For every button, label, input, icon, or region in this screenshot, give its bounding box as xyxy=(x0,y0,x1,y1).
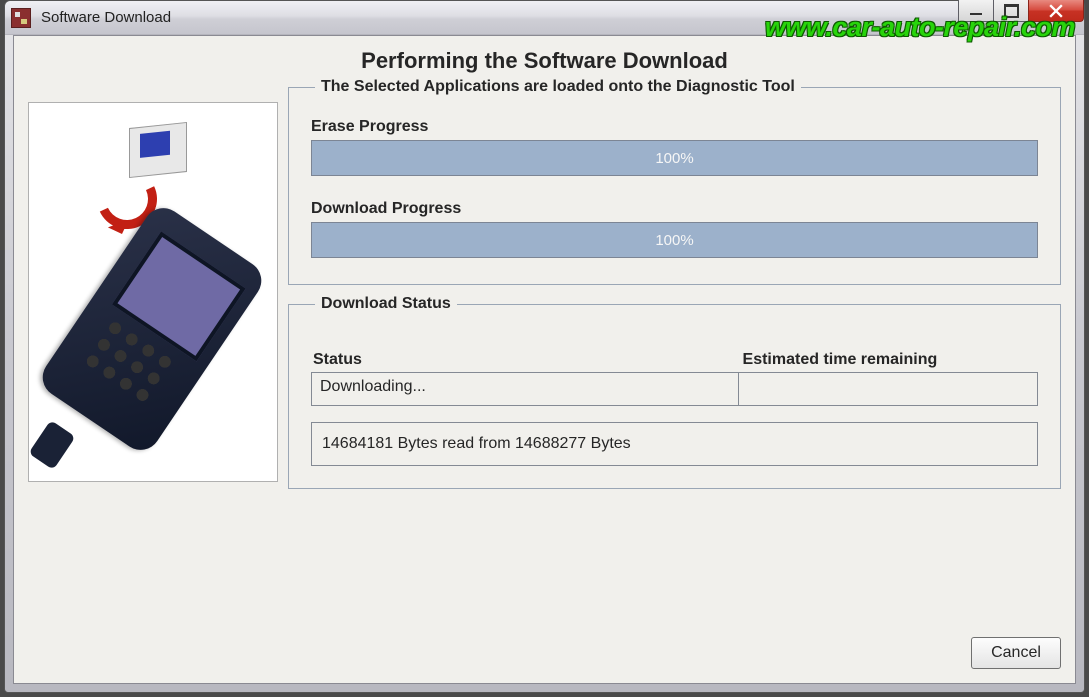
titlebar[interactable]: Software Download xyxy=(5,1,1084,35)
erase-progress-bar: 100% xyxy=(311,140,1038,176)
app-icon xyxy=(11,8,31,28)
window-frame: Software Download Performing the Softwar… xyxy=(4,0,1085,693)
client-area: Performing the Software Download The Sel… xyxy=(13,35,1076,684)
body-row: The Selected Applications are loaded ont… xyxy=(28,78,1061,669)
button-bar: Cancel xyxy=(288,627,1061,669)
applications-legend: The Selected Applications are loaded ont… xyxy=(315,78,801,96)
scan-tool-icon xyxy=(35,200,269,457)
download-progress-bar: 100% xyxy=(311,222,1038,258)
maximize-button[interactable] xyxy=(993,0,1029,22)
close-icon xyxy=(1049,4,1063,18)
window-title: Software Download xyxy=(41,9,171,26)
status-table-row: Downloading... xyxy=(311,372,1038,406)
cord-icon xyxy=(28,420,75,470)
time-cell xyxy=(739,373,1037,405)
download-progress-label: Download Progress xyxy=(311,200,1038,218)
window-controls xyxy=(959,0,1084,22)
close-button[interactable] xyxy=(1028,0,1084,22)
minimize-button[interactable] xyxy=(958,0,994,22)
applications-groupbox: The Selected Applications are loaded ont… xyxy=(288,78,1061,285)
status-cell: Downloading... xyxy=(312,373,739,405)
time-column-header: Estimated time remaining xyxy=(741,349,1038,371)
floppy-icon xyxy=(129,122,187,178)
status-legend: Download Status xyxy=(315,295,457,313)
erase-progress-value: 100% xyxy=(655,150,693,167)
page-title: Performing the Software Download xyxy=(28,48,1061,74)
status-table-header: Status Estimated time remaining xyxy=(311,349,1038,372)
cancel-button[interactable]: Cancel xyxy=(971,637,1061,669)
download-progress-value: 100% xyxy=(655,232,693,249)
status-column-header: Status xyxy=(311,349,741,371)
erase-progress-label: Erase Progress xyxy=(311,118,1038,136)
right-column: The Selected Applications are loaded ont… xyxy=(288,78,1061,669)
bytes-status: 14684181 Bytes read from 14688277 Bytes xyxy=(311,422,1038,466)
device-illustration xyxy=(28,102,278,482)
status-groupbox: Download Status Status Estimated time re… xyxy=(288,295,1061,489)
